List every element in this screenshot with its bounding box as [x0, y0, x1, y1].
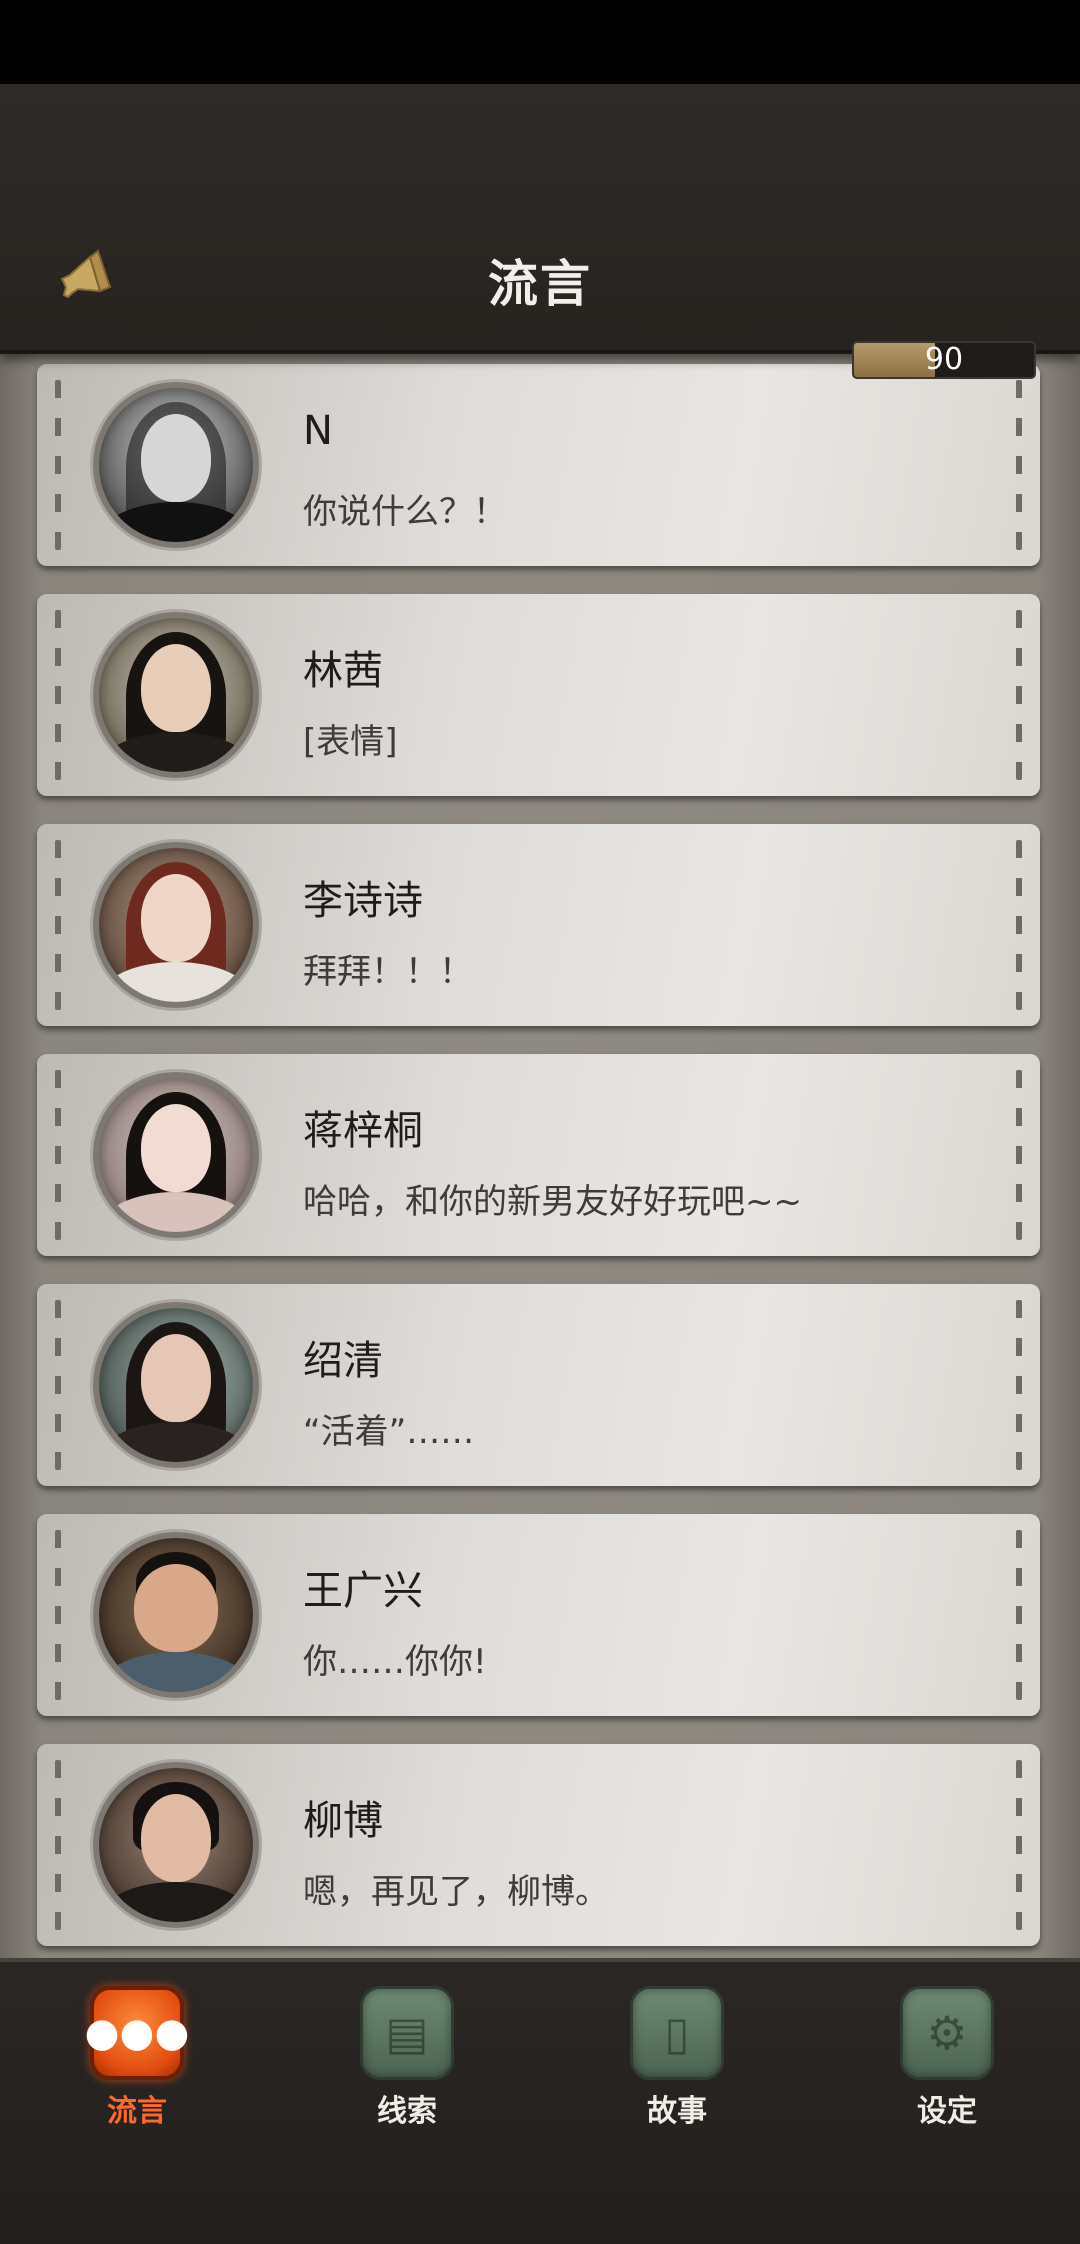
avatar — [93, 1072, 259, 1238]
book-icon: ▯ — [630, 1986, 724, 2080]
status-bar — [0, 0, 1080, 84]
app-header: 流言 90 — [0, 84, 1080, 379]
avatar — [93, 1762, 259, 1928]
stitch-right — [1016, 380, 1022, 550]
nav-tab-label: 故事 — [647, 2094, 707, 2129]
stitch-left — [55, 610, 61, 780]
stitch-left — [55, 1300, 61, 1470]
contact-last-message: 你……你你! — [303, 1642, 487, 1682]
nav-tab-label: 设定 — [917, 2094, 977, 2129]
stitch-right — [1016, 1530, 1022, 1700]
contact-name: 柳博 — [303, 1798, 383, 1844]
contact-name: 蒋梓桐 — [303, 1108, 423, 1154]
chat-bubble-glyph: ●●● — [84, 2010, 190, 2056]
avatar — [93, 612, 259, 778]
nav-tab-settings[interactable]: ⚙ 设定 — [892, 1986, 1002, 2146]
stitch-right — [1016, 1300, 1022, 1470]
contact-last-message: 哈哈，和你的新男友好好玩吧~~ — [303, 1182, 802, 1222]
contact-card[interactable]: 林茜 [表情] — [37, 594, 1040, 796]
book-glyph: ▯ — [664, 2006, 690, 2060]
stitch-left — [55, 380, 61, 550]
nav-tab-rumors[interactable]: ●●● 流言 — [82, 1986, 192, 2146]
contact-last-message: 拜拜！！！ — [303, 952, 473, 992]
gear-icon: ⚙ — [900, 1986, 994, 2080]
contact-name: 王广兴 — [303, 1568, 423, 1614]
document-glyph: ▤ — [385, 2006, 429, 2060]
nav-tab-clues[interactable]: ▤ 线索 — [352, 1986, 462, 2146]
page-title: 流言 — [488, 254, 592, 313]
nav-tab-label: 流言 — [107, 2094, 167, 2129]
contact-list: N 你说什么？！ 林茜 [表情] 李诗诗 拜拜！！！ 蒋梓桐 哈哈，和你的新男友… — [0, 354, 1080, 1958]
contact-name: 林茜 — [303, 648, 383, 694]
contact-card[interactable]: 王广兴 你……你你! — [37, 1514, 1040, 1716]
avatar — [93, 1532, 259, 1698]
contact-name: 绍清 — [303, 1338, 383, 1384]
avatar — [93, 1302, 259, 1468]
contact-last-message: [表情] — [303, 722, 398, 762]
nav-tab-story[interactable]: ▯ 故事 — [622, 1986, 732, 2146]
stitch-left — [55, 1760, 61, 1930]
contact-card[interactable]: 李诗诗 拜拜！！！ — [37, 824, 1040, 1026]
avatar — [93, 842, 259, 1008]
contact-name: N — [303, 408, 333, 454]
contact-last-message: 你说什么？！ — [303, 492, 507, 532]
avatar — [93, 382, 259, 548]
gear-glyph: ⚙ — [926, 2006, 968, 2060]
stitch-left — [55, 1070, 61, 1240]
stitch-left — [55, 1530, 61, 1700]
chat-bubble-icon: ●●● — [84, 1986, 190, 2080]
contact-card[interactable]: 绍清 “活着”…… — [37, 1284, 1040, 1486]
contact-name: 李诗诗 — [303, 878, 423, 924]
contact-card[interactable]: 蒋梓桐 哈哈，和你的新男友好好玩吧~~ — [37, 1054, 1040, 1256]
contact-card[interactable]: N 你说什么？！ — [37, 364, 1040, 566]
contact-last-message: “活着”…… — [303, 1412, 475, 1452]
contact-card[interactable]: 柳博 嗯，再见了，柳博。 — [37, 1744, 1040, 1946]
stitch-right — [1016, 1760, 1022, 1930]
contact-last-message: 嗯，再见了，柳博。 — [303, 1872, 609, 1912]
stitch-right — [1016, 610, 1022, 780]
nav-tab-label: 线索 — [377, 2094, 437, 2129]
stitch-right — [1016, 1070, 1022, 1240]
bottom-nav: ●●● 流言 ▤ 线索 ▯ 故事 ⚙ 设定 — [0, 1958, 1080, 2244]
stitch-right — [1016, 840, 1022, 1010]
stitch-left — [55, 840, 61, 1010]
document-icon: ▤ — [360, 1986, 454, 2080]
points-meter: 90 — [852, 341, 1036, 379]
points-value: 90 — [924, 342, 964, 377]
